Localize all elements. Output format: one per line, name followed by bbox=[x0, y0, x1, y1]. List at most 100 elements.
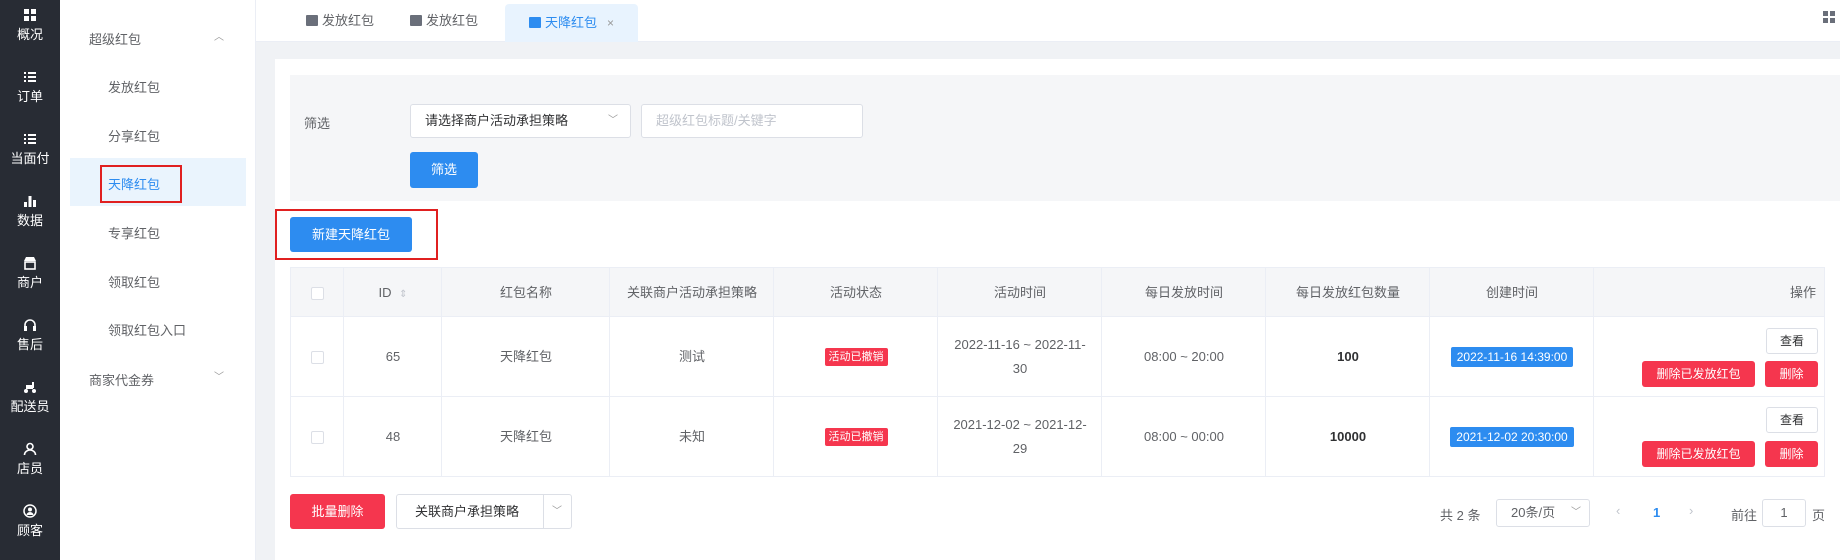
select-all-checkbox[interactable] bbox=[311, 287, 324, 301]
header-actions: 操作 bbox=[1789, 285, 1816, 300]
submenu-item-exclusive[interactable]: 专享红包 bbox=[108, 223, 160, 242]
column-divider bbox=[1265, 267, 1266, 477]
header-created: 创建时间 bbox=[1485, 285, 1538, 300]
row-checkbox-cell bbox=[291, 397, 344, 477]
cell-id: 48 bbox=[385, 429, 401, 444]
main-nav-rail: 概况 订单 当面付 数据 商户 售后 配送员 店员 顾客 bbox=[0, 0, 60, 560]
chevron-down-icon: ﹀ bbox=[214, 372, 224, 383]
header-daily-time: 每日发放时间 bbox=[1144, 285, 1223, 300]
tabs-bar bbox=[256, 0, 1840, 42]
rail-item-data[interactable]: 数据 bbox=[0, 186, 60, 248]
submenu-item-share[interactable]: 分享红包 bbox=[108, 126, 160, 145]
table-header: ID ⇕ 红包名称 关联商户活动承担策略 活动状态 活动时间 每日发放时间 每日… bbox=[290, 267, 1825, 317]
rail-item-courier[interactable]: 配送员 bbox=[0, 372, 60, 434]
goto-page-input[interactable]: 1 bbox=[1762, 499, 1806, 527]
rail-label: 配送员 bbox=[10, 399, 50, 414]
rail-label: 数据 bbox=[16, 213, 43, 228]
delete-button[interactable]: 删除 bbox=[1765, 361, 1818, 387]
header-activity-time: 活动时间 bbox=[993, 285, 1046, 300]
header-id[interactable]: ID ⇕ bbox=[344, 268, 442, 318]
view-button[interactable]: 查看 bbox=[1766, 407, 1818, 433]
cell-daily-count: 10000 bbox=[1329, 429, 1367, 444]
chevron-down-icon: ﹀ bbox=[1571, 507, 1581, 518]
header-checkbox-cell bbox=[291, 268, 344, 318]
close-icon[interactable]: × bbox=[607, 16, 614, 30]
page-size-select[interactable]: 20条/页 ﹀ bbox=[1496, 499, 1590, 527]
tab-label: 发放红包 bbox=[322, 13, 375, 28]
prev-page-icon[interactable]: ‹ bbox=[1616, 503, 1620, 518]
pager-total: 共 2 条 bbox=[1440, 508, 1481, 523]
submenu-group-voucher[interactable]: 商家代金券 bbox=[89, 370, 154, 389]
status-badge: 活动已撤销 bbox=[824, 428, 888, 446]
cell-daily-count: 100 bbox=[1337, 349, 1359, 364]
row-checkbox[interactable] bbox=[311, 430, 324, 444]
apps-grid-icon[interactable] bbox=[1822, 10, 1836, 24]
row-checkbox-cell bbox=[291, 317, 344, 397]
split-divider bbox=[543, 494, 544, 529]
row-checkbox[interactable] bbox=[311, 350, 324, 364]
header-id-label: ID bbox=[378, 285, 392, 300]
rail-item-overview[interactable]: 概况 bbox=[0, 0, 60, 62]
filter-label: 筛选 bbox=[304, 116, 331, 131]
chevron-down-icon[interactable]: ﹀ bbox=[552, 502, 562, 517]
tab-issue-2[interactable]: 发放红包 bbox=[410, 0, 478, 42]
cell-status: 活动已撤销 bbox=[774, 397, 938, 477]
status-badge: 活动已撤销 bbox=[824, 348, 888, 366]
strategy-split-button[interactable]: 关联商户承担策略 bbox=[396, 494, 572, 529]
cell-name: 天降红包 bbox=[499, 429, 552, 444]
rail-item-aftersale[interactable]: 售后 bbox=[0, 310, 60, 372]
cell-name: 天降红包 bbox=[499, 349, 552, 364]
batch-delete-button[interactable]: 批量删除 bbox=[290, 494, 385, 529]
rail-label: 商户 bbox=[16, 275, 43, 290]
submenu-item-issue[interactable]: 发放红包 bbox=[108, 77, 160, 96]
view-button[interactable]: 查看 bbox=[1766, 328, 1818, 354]
submenu-item-receive-entry[interactable]: 领取红包入口 bbox=[108, 320, 186, 339]
current-page[interactable]: 1 bbox=[1653, 505, 1660, 520]
cell-id: 65 bbox=[385, 349, 401, 364]
rail-item-customer[interactable]: 顾客 bbox=[0, 496, 60, 558]
rail-item-merchant[interactable]: 商户 bbox=[0, 248, 60, 310]
next-page-icon[interactable]: › bbox=[1689, 503, 1693, 518]
cell-strategy: 测试 bbox=[678, 349, 705, 364]
goto-suffix: 页 bbox=[1812, 508, 1826, 523]
rail-item-orders[interactable]: 订单 bbox=[0, 62, 60, 124]
tab-sky-redpacket[interactable]: 天降红包 × bbox=[505, 4, 639, 42]
activity-time-line1: 2022-11-16 ~ 2022-11- bbox=[954, 337, 1086, 352]
rail-item-facepay[interactable]: 当面付 bbox=[0, 124, 60, 186]
header-daily-count: 每日发放红包数量 bbox=[1295, 285, 1400, 300]
rail-item-clerk[interactable]: 店员 bbox=[0, 434, 60, 496]
table-row: 65 天降红包 测试 活动已撤销 2022-11-16 ~ 2022-11- 3… bbox=[290, 317, 1825, 397]
tab-issue-1[interactable]: 发放红包 bbox=[306, 0, 374, 42]
tab-page-icon bbox=[529, 17, 541, 28]
rail-label: 顾客 bbox=[16, 523, 43, 538]
sort-icon[interactable]: ⇕ bbox=[399, 289, 407, 300]
delete-button[interactable]: 删除 bbox=[1765, 441, 1818, 467]
tab-page-icon bbox=[306, 15, 318, 26]
created-time-badge: 2022-11-16 14:39:00 bbox=[1450, 347, 1574, 367]
cell-daily-time: 08:00 ~ 00:00 bbox=[1144, 429, 1224, 444]
user-circle-icon bbox=[23, 504, 37, 518]
submenu-group-super-redpacket[interactable]: 超级红包 bbox=[89, 29, 141, 48]
filter-button[interactable]: 筛选 bbox=[410, 152, 478, 188]
cell-status: 活动已撤销 bbox=[774, 317, 938, 397]
header-strategy: 关联商户活动承担策略 bbox=[626, 285, 757, 300]
highlight-box-new-button bbox=[275, 209, 438, 260]
submenu-item-receive[interactable]: 领取红包 bbox=[108, 272, 160, 291]
keyword-search-input[interactable]: 超级红包标题/关键字 bbox=[641, 104, 863, 138]
filter-panel bbox=[290, 75, 1840, 201]
column-divider bbox=[773, 267, 774, 477]
delete-issued-button[interactable]: 删除已发放红包 bbox=[1642, 441, 1755, 467]
column-divider bbox=[1429, 267, 1430, 477]
activity-time-line2: 29 bbox=[1012, 441, 1028, 456]
delete-issued-button[interactable]: 删除已发放红包 bbox=[1642, 361, 1755, 387]
highlight-box-submenu bbox=[100, 165, 182, 203]
strategy-select[interactable]: 请选择商户活动承担策略 ﹀ bbox=[410, 104, 631, 138]
cell-daily-time: 08:00 ~ 20:00 bbox=[1144, 349, 1224, 364]
column-divider bbox=[609, 267, 610, 477]
cell-created: 2022-11-16 14:39:00 bbox=[1430, 317, 1594, 397]
column-divider bbox=[937, 267, 938, 477]
chevron-up-icon: ︿ bbox=[214, 32, 224, 43]
strategy-select-value: 请选择商户活动承担策略 bbox=[425, 113, 569, 128]
activity-time-line2: 30 bbox=[1012, 361, 1028, 376]
header-status: 活动状态 bbox=[829, 285, 882, 300]
